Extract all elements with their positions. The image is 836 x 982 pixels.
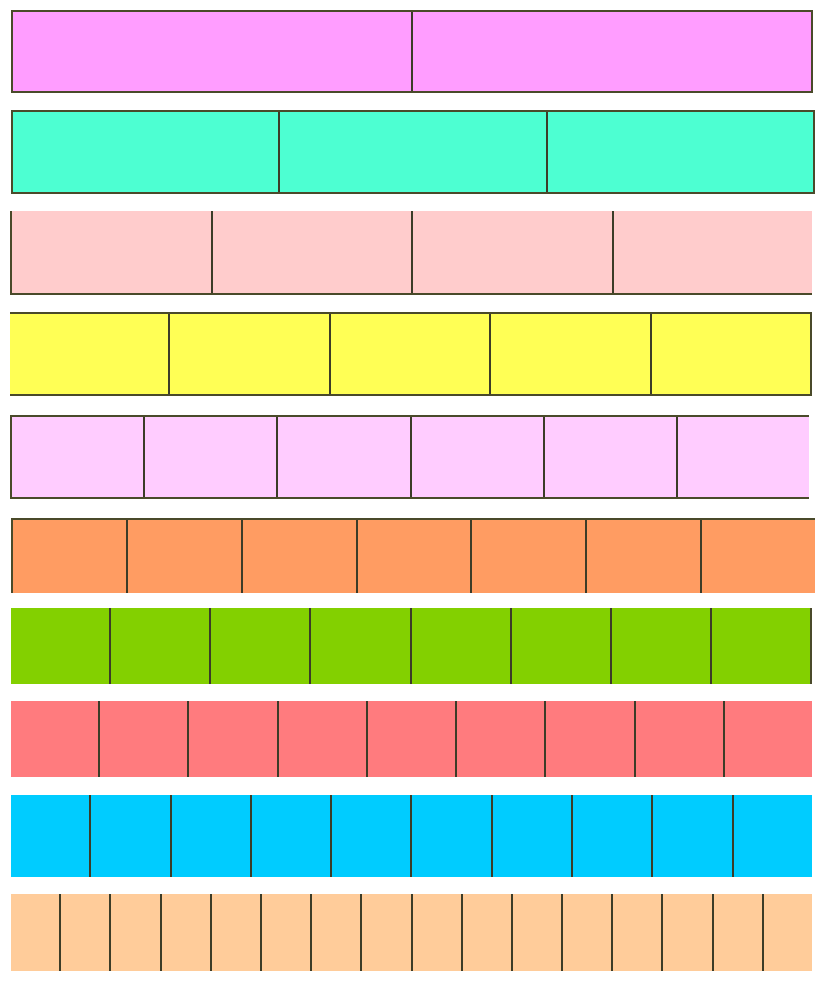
fraction-strip-segment [328,314,490,394]
fraction-strip-segment [651,795,732,877]
fraction-strip-segment [411,211,612,293]
fraction-strip-segment [13,520,126,593]
fraction-strip-segment [187,701,277,777]
fraction-strip-segment [11,894,60,971]
fraction-strip-segment [59,894,110,971]
fraction-strip-segment [309,608,410,684]
fraction-strip-segment [249,795,331,877]
fraction-strip-segment [700,520,816,593]
fraction-strip-segment [259,894,311,971]
fraction-strip-segment [240,520,356,593]
fraction-strip-segment [209,608,310,684]
fraction-strip-segment [731,795,812,877]
fraction-strip-segment [611,894,662,971]
fraction-strip-segment [355,520,471,593]
fraction-strip-segment [411,12,811,91]
fraction-strip-segment [11,795,90,877]
fraction-strip-segment [159,894,210,971]
fraction-strip-segment [711,894,762,971]
fraction-strip-segment [542,417,676,497]
fraction-strip-segment [490,795,572,877]
fraction-strip-segment [609,608,710,684]
fraction-strip-segment [98,701,188,777]
fraction-strip-segment [489,314,650,394]
fraction-strip-segment [209,894,260,971]
fraction-strip-10 [11,795,812,877]
fraction-strip-segment [410,795,491,877]
fraction-strip-segment [143,417,277,497]
fraction-strip-segment [460,894,511,971]
fraction-strip-segment [13,12,411,91]
fraction-strip-segment [571,795,652,877]
fraction-strip-segment [649,314,811,394]
fraction-strip-segment [13,112,279,192]
fraction-strip-16 [11,894,812,971]
fraction-strip-5 [10,312,812,396]
fraction-strip-segment [169,795,250,877]
fraction-strip-segment [278,112,546,192]
fraction-strip-segment [410,894,461,971]
fraction-strip-segment [633,701,723,777]
fraction-strip-segment [761,894,812,971]
fraction-strip-9 [11,701,812,777]
fraction-strip-8 [11,608,812,684]
fraction-strip-segment [12,417,144,497]
fraction-strip-segment [545,112,813,192]
fraction-strip-segment [310,894,361,971]
fraction-strip-segment [611,211,812,293]
fraction-strip-segment [709,608,810,684]
fraction-strip-segment [11,701,99,777]
fraction-strip-segment [210,211,411,293]
fraction-strip-segment [722,701,812,777]
fraction-strip-segment [330,795,411,877]
fraction-strip-segment [360,894,411,971]
fraction-strip-segment [125,520,241,593]
fraction-strip-segment [544,701,634,777]
fraction-strip-segment [89,795,170,877]
fraction-strip-segment [10,314,169,394]
fraction-strip-segment [11,608,110,684]
fraction-strip-segment [509,608,610,684]
fraction-strip-segment [409,608,510,684]
fraction-strip-segment [276,701,366,777]
fraction-strip-segment [109,894,160,971]
fraction-strip-segment [12,211,211,293]
fraction-strip-segment [510,894,562,971]
fraction-strip-segment [365,701,456,777]
fraction-strip-3 [11,110,815,194]
fraction-strips-diagram [0,0,836,982]
fraction-strip-6 [10,415,810,499]
fraction-strip-segment [585,520,701,593]
fraction-strip-2 [11,10,813,93]
fraction-strip-segment [661,894,712,971]
fraction-strip-7 [11,518,816,593]
fraction-strip-segment [470,520,586,593]
fraction-strip-segment [409,417,543,497]
fraction-strip-segment [455,701,545,777]
fraction-strip-segment [168,314,329,394]
fraction-strip-segment [561,894,612,971]
fraction-strip-segment [109,608,210,684]
fraction-strip-segment [276,417,410,497]
fraction-strip-4 [10,211,812,295]
fraction-strip-segment [675,417,810,497]
